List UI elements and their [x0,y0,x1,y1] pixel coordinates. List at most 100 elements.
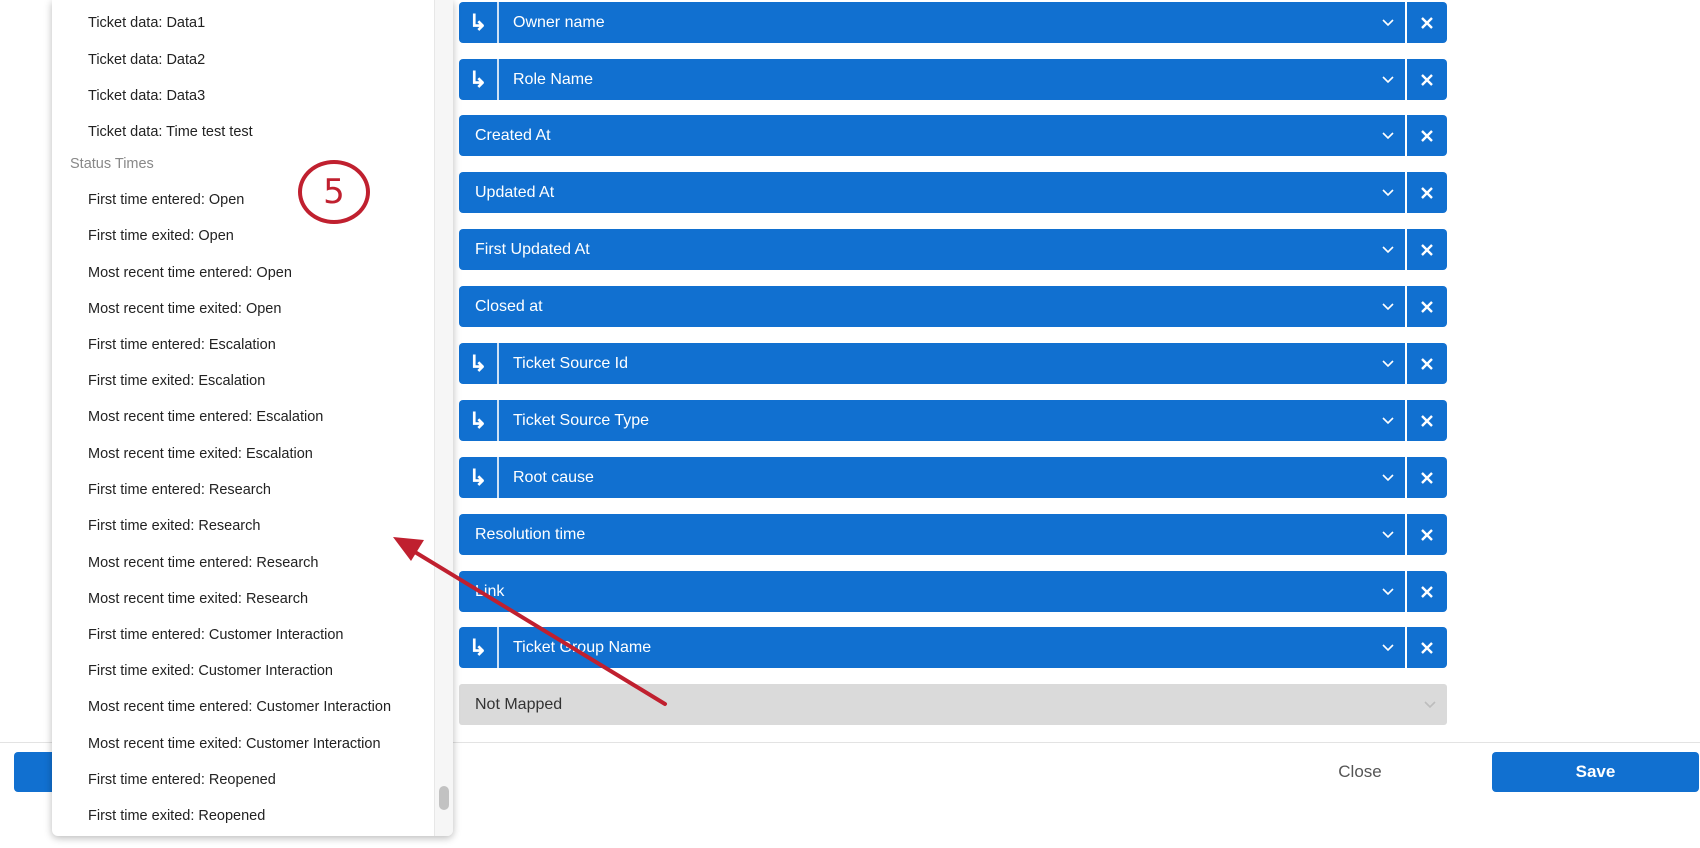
mapping-row[interactable]: ↳ Root cause [459,457,1447,498]
dropdown-option[interactable]: Most recent time entered: Customer Inter… [88,699,391,715]
subdirectory-arrow-icon: ↳ [459,400,499,441]
dropdown-option[interactable]: Most recent time exited: Open [88,301,281,317]
close-icon [1421,414,1433,427]
close-icon [1421,243,1433,256]
mapping-row[interactable]: ↳ Ticket Source Type [459,400,1447,441]
chevron-down-icon[interactable] [1371,115,1405,156]
mapping-select[interactable]: ↳ Role Name [459,59,1405,100]
mapping-row[interactable]: Closed at [459,286,1447,327]
mapping-select[interactable]: ↳ Root cause [459,457,1405,498]
dropdown-option[interactable]: Ticket data: Data2 [88,52,205,68]
mapping-row[interactable]: Created At [459,115,1447,156]
subdirectory-arrow-icon: ↳ [459,343,499,384]
chevron-down-icon[interactable] [1371,229,1405,270]
close-icon [1421,528,1433,541]
remove-mapping-button[interactable] [1407,343,1447,384]
chevron-down-icon[interactable] [1371,571,1405,612]
mapping-label: Link [475,582,505,600]
dropdown-option[interactable]: Most recent time entered: Open [88,265,292,281]
dropdown-group-label: Status Times [70,156,154,172]
mapping-label: Owner name [513,13,605,31]
unmapped-row[interactable]: Not Mapped [459,684,1447,725]
dropdown-option[interactable]: Most recent time exited: Customer Intera… [88,736,381,752]
remove-mapping-button[interactable] [1407,286,1447,327]
dropdown-option[interactable]: Most recent time entered: Research [88,555,319,571]
mapping-select[interactable]: ↳ Ticket Group Name [459,627,1405,668]
dropdown-option[interactable]: First time entered: Open [88,192,244,208]
scrollbar-thumb[interactable] [439,786,449,810]
mapping-label: Updated At [475,183,555,201]
mapping-row[interactable]: ↳ Role Name [459,59,1447,100]
mapping-select[interactable]: First Updated At [459,229,1405,270]
mapping-label: Role Name [513,70,594,88]
mapping-select[interactable]: Not Mapped [459,684,1447,725]
mapping-select[interactable]: Link [459,571,1405,612]
field-dropdown-menu[interactable]: Ticket data: Data1 Ticket data: Data2 Ti… [52,0,453,836]
mapping-label: Resolution time [475,525,586,543]
mapping-select[interactable]: ↳ Ticket Source Id [459,343,1405,384]
dropdown-option[interactable]: First time entered: Reopened [88,772,276,788]
mapping-row[interactable]: ↳ Owner name [459,2,1447,43]
dropdown-option[interactable]: First time entered: Customer Interaction [88,627,343,643]
dropdown-option[interactable]: Most recent time exited: Research [88,591,308,607]
chevron-down-icon[interactable] [1371,400,1405,441]
close-button[interactable]: Close [1300,752,1420,792]
mapping-row[interactable]: Updated At [459,172,1447,213]
remove-mapping-button[interactable] [1407,229,1447,270]
mapping-label: Ticket Source Type [513,411,650,429]
dropdown-option[interactable]: First time exited: Customer Interaction [88,663,333,679]
remove-mapping-button[interactable] [1407,514,1447,555]
mapping-row[interactable]: Resolution time [459,514,1447,555]
mapping-row[interactable]: ↳ Ticket Group Name [459,627,1447,668]
dropdown-option[interactable]: Ticket data: Data3 [88,88,205,104]
chevron-down-icon[interactable] [1371,514,1405,555]
remove-mapping-button[interactable] [1407,115,1447,156]
mapping-select[interactable]: ↳ Ticket Source Type [459,400,1405,441]
dropdown-option[interactable]: Most recent time entered: Escalation [88,409,323,425]
remove-mapping-button[interactable] [1407,457,1447,498]
mapping-row[interactable]: ↳ Ticket Source Id [459,343,1447,384]
mapping-select[interactable]: Created At [459,115,1405,156]
remove-mapping-button[interactable] [1407,59,1447,100]
subdirectory-arrow-icon: ↳ [459,627,499,668]
close-icon [1421,129,1433,142]
remove-mapping-button[interactable] [1407,571,1447,612]
mapping-select[interactable]: Resolution time [459,514,1405,555]
chevron-down-icon[interactable] [1413,684,1447,725]
mapping-select[interactable]: Updated At [459,172,1405,213]
dropdown-option[interactable]: Ticket data: Data1 [88,15,205,31]
step-annotation-circle: 5 [298,160,370,224]
chevron-down-icon[interactable] [1371,59,1405,100]
mapping-label: Created At [475,126,551,144]
dropdown-option[interactable]: First time exited: Research [88,518,260,534]
close-icon [1421,357,1433,370]
mapping-label: Closed at [475,297,543,315]
dropdown-option[interactable]: First time entered: Research [88,482,271,498]
dropdown-option[interactable]: First time exited: Escalation [88,373,265,389]
dropdown-option[interactable]: First time entered: Escalation [88,337,276,353]
chevron-down-icon[interactable] [1371,457,1405,498]
remove-mapping-button[interactable] [1407,627,1447,668]
chevron-down-icon[interactable] [1371,286,1405,327]
remove-mapping-button[interactable] [1407,172,1447,213]
chevron-down-icon[interactable] [1371,343,1405,384]
mapping-select[interactable]: ↳ Owner name [459,2,1405,43]
mapping-select[interactable]: Closed at [459,286,1405,327]
dropdown-option[interactable]: First time exited: Reopened [88,808,265,824]
mapping-row[interactable]: Link [459,571,1447,612]
remove-mapping-button[interactable] [1407,400,1447,441]
save-button[interactable]: Save [1492,752,1699,792]
mapping-row[interactable]: First Updated At [459,229,1447,270]
dropdown-scrollbar[interactable] [434,0,453,836]
dropdown-option[interactable]: Most recent time exited: Escalation [88,446,313,462]
mapping-label: Not Mapped [475,695,563,713]
chevron-down-icon[interactable] [1371,172,1405,213]
remove-mapping-button[interactable] [1407,2,1447,43]
dropdown-option[interactable]: First time exited: Open [88,228,234,244]
dropdown-option[interactable]: Ticket data: Time test test [88,124,253,140]
close-icon [1421,585,1433,598]
step-number: 5 [323,172,345,212]
subdirectory-arrow-icon: ↳ [459,2,499,43]
chevron-down-icon[interactable] [1371,627,1405,668]
chevron-down-icon[interactable] [1371,2,1405,43]
